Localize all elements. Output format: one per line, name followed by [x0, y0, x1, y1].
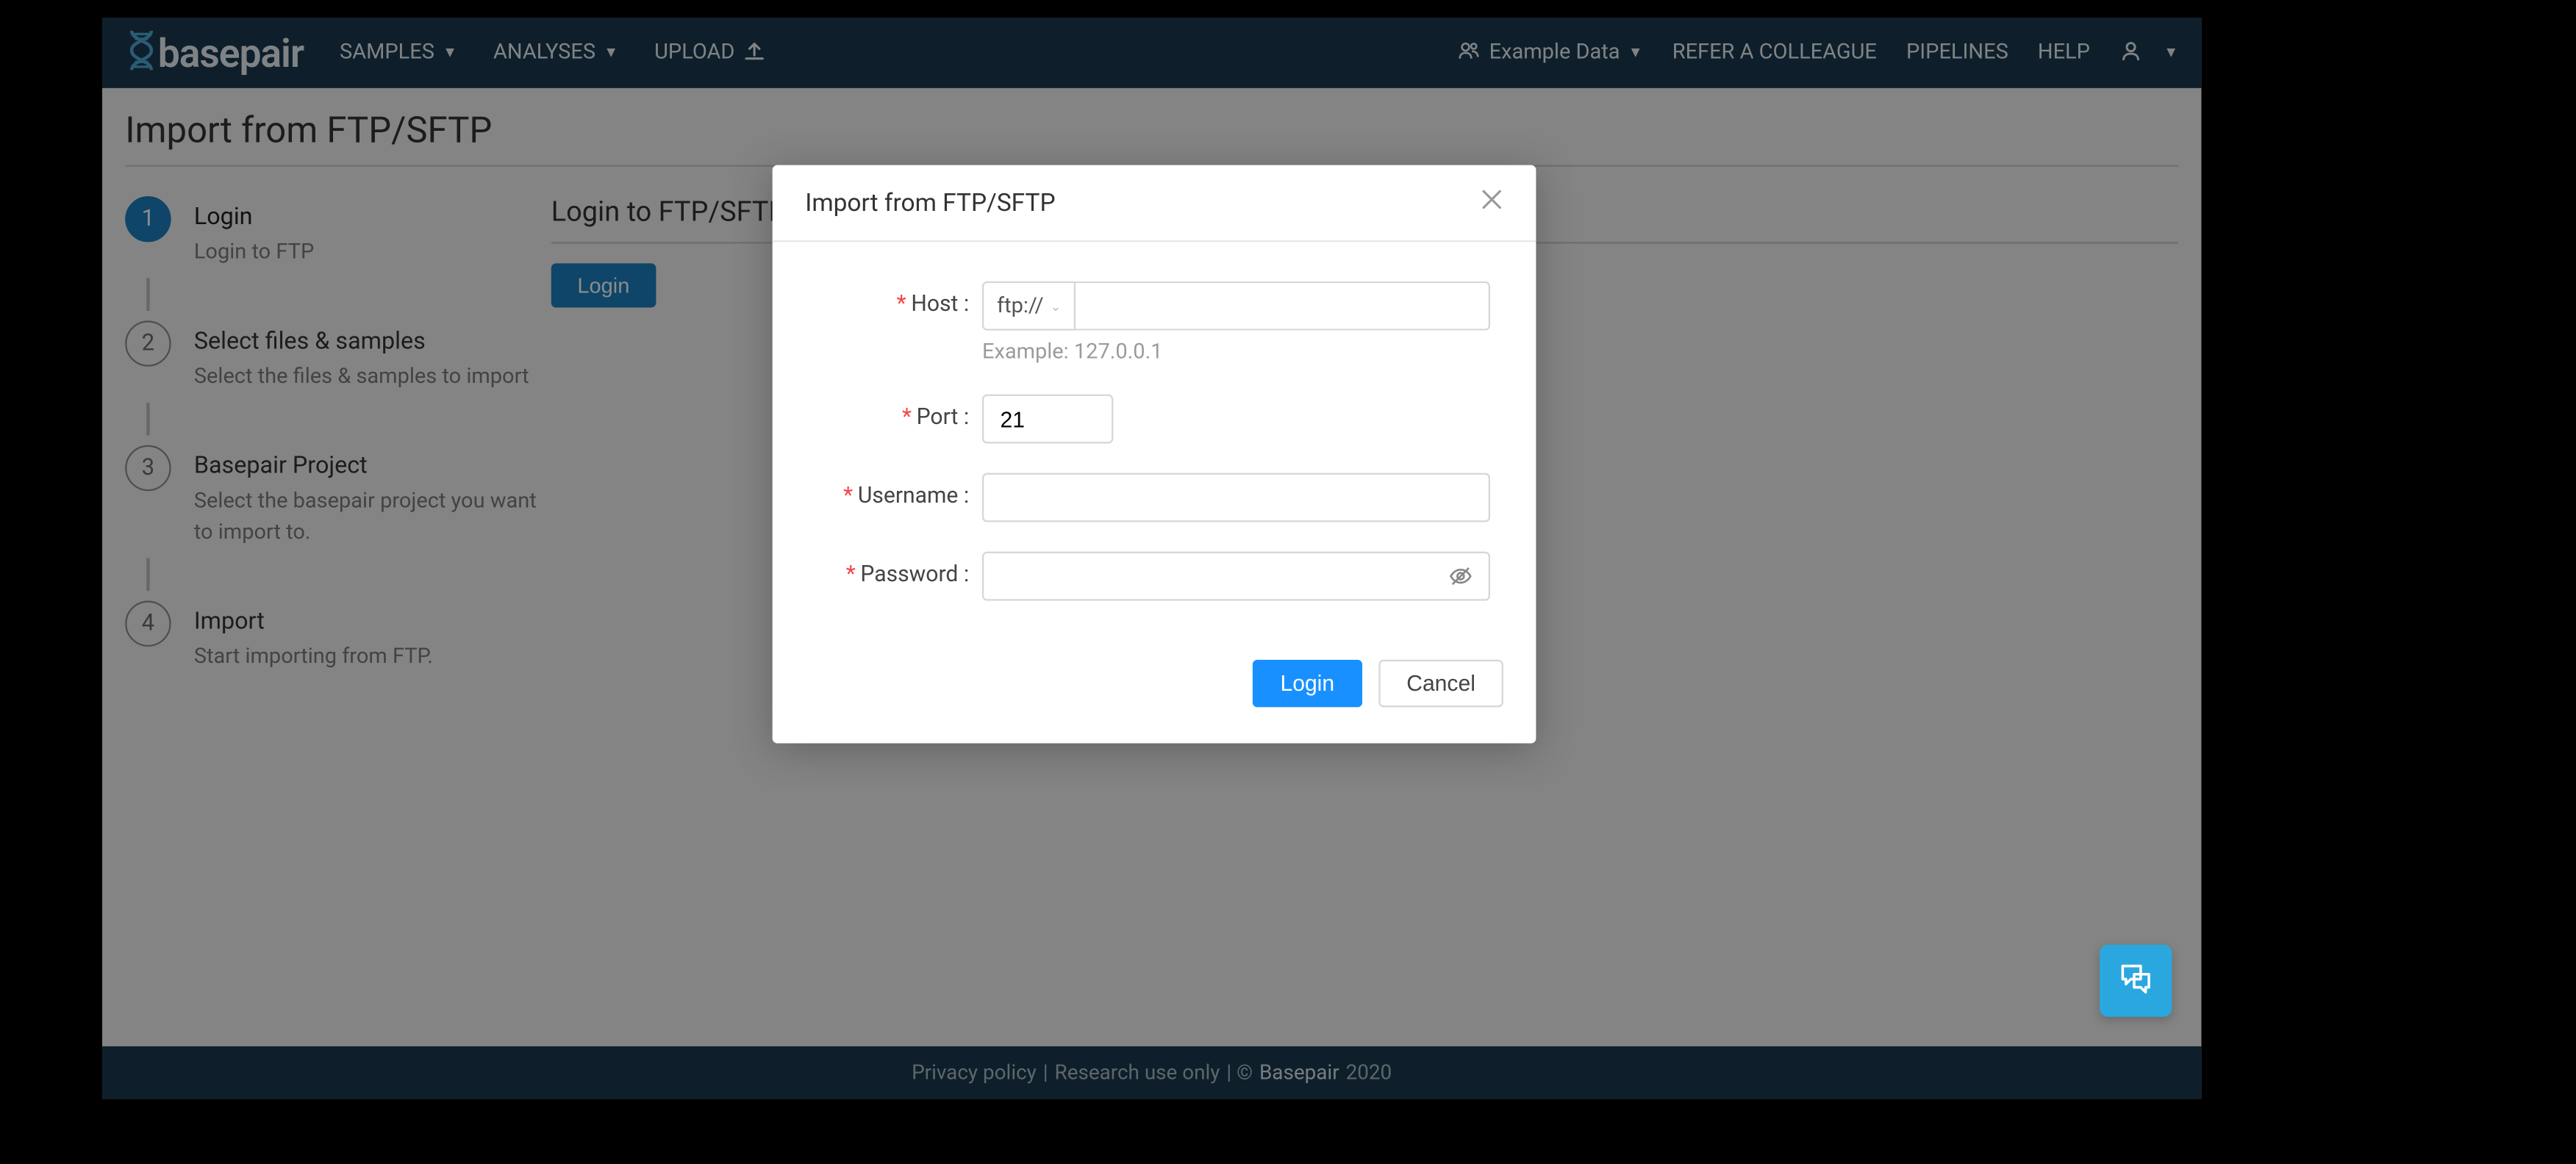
port-input[interactable]: [982, 395, 1113, 444]
port-label: Port: [917, 404, 959, 431]
import-modal: Import from FTP/SFTP *Host : ftp:// ⌄ Ex…: [773, 165, 1536, 744]
close-icon[interactable]: [1481, 188, 1503, 218]
modal-title: Import from FTP/SFTP: [805, 188, 1055, 218]
host-label: Host: [911, 291, 958, 317]
login-button[interactable]: Login: [1253, 660, 1362, 708]
cancel-button[interactable]: Cancel: [1378, 660, 1503, 708]
chat-widget[interactable]: [2100, 945, 2172, 1017]
protocol-select[interactable]: ftp:// ⌄: [982, 281, 1076, 331]
chevron-down-icon: ⌄: [1051, 298, 1062, 313]
username-input[interactable]: [982, 473, 1490, 522]
eye-invisible-icon[interactable]: [1448, 563, 1474, 596]
host-input[interactable]: [1076, 281, 1490, 331]
password-label: Password: [860, 561, 958, 588]
chat-icon: [2118, 959, 2154, 1003]
username-label: Username: [858, 483, 959, 509]
host-help: Example: 127.0.0.1: [982, 340, 1490, 364]
password-input[interactable]: [982, 552, 1490, 601]
